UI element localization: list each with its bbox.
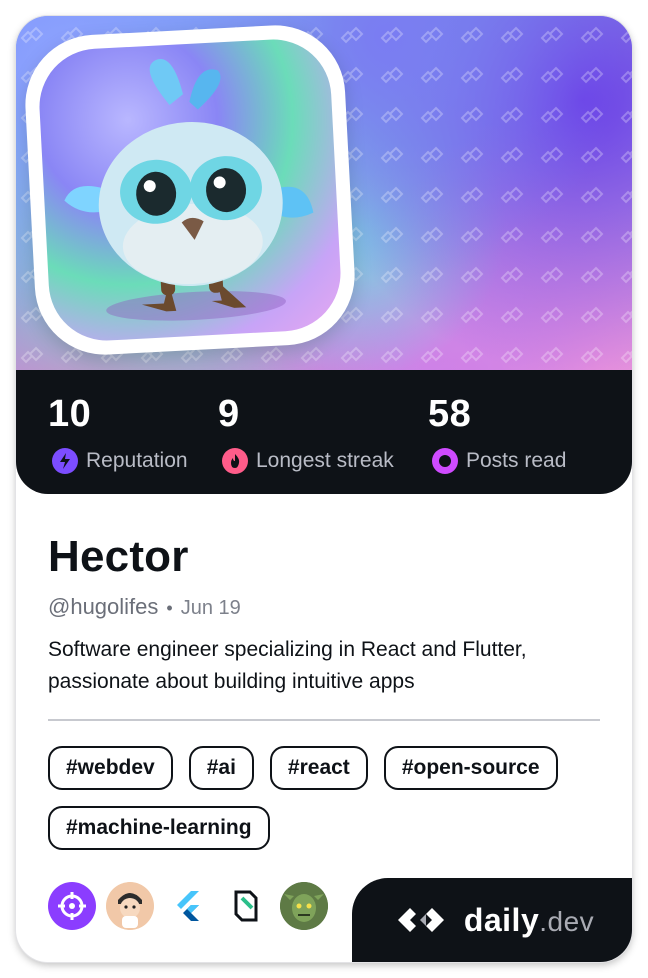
goblin-avatar [280, 882, 328, 930]
bird-mascot-image [64, 59, 314, 321]
supabase-like-icon [222, 882, 270, 930]
joined-date: Jun 19 [180, 597, 241, 619]
avatar-frame [21, 21, 359, 359]
stat-label: Longest streak [256, 449, 394, 472]
divider [48, 719, 600, 721]
tag-list: #webdev #ai #react #open-source #machine… [48, 746, 608, 850]
avatar [36, 36, 344, 344]
stat-posts-read: 58 Posts read [428, 392, 566, 474]
daily-dev-brand[interactable]: daily.dev [352, 878, 632, 962]
stat-longest-streak: 9 Longest streak [218, 392, 394, 474]
flame-icon [222, 448, 248, 474]
memoji-avatar [106, 882, 154, 930]
stat-reputation: 10 Reputation [48, 392, 188, 474]
stat-label: Posts read [466, 449, 567, 472]
stack-icons [48, 882, 328, 930]
profile-bio: Software engineer specializing in React … [48, 638, 527, 693]
stat-value: 9 [218, 393, 240, 435]
lightning-icon [52, 448, 78, 474]
stat-value: 58 [428, 393, 472, 435]
ring-icon [432, 448, 458, 474]
username: @hugolifes [48, 594, 159, 619]
target-icon [48, 882, 96, 930]
stats-bar: 10 Reputation 9 Longest streak 58 Posts … [16, 370, 632, 494]
handle-row: @hugolifes • Jun 19 [48, 594, 241, 620]
tag-webdev[interactable]: #webdev [48, 746, 173, 790]
tag-react[interactable]: #react [269, 746, 368, 790]
stat-label: Reputation [86, 449, 188, 472]
tag-open-source[interactable]: #open-source [383, 746, 558, 790]
daily-dev-logo-icon [397, 908, 444, 932]
separator-dot: • [166, 598, 173, 618]
flutter-icon [164, 882, 212, 930]
brand-name: daily.dev [463, 901, 595, 938]
profile-name: Hector [48, 532, 189, 581]
tag-ai[interactable]: #ai [188, 746, 254, 790]
devcard: 10 Reputation 9 Longest streak 58 Posts … [16, 16, 632, 962]
tag-machine-learning[interactable]: #machine-learning [48, 806, 270, 850]
stat-value: 10 [48, 393, 92, 435]
